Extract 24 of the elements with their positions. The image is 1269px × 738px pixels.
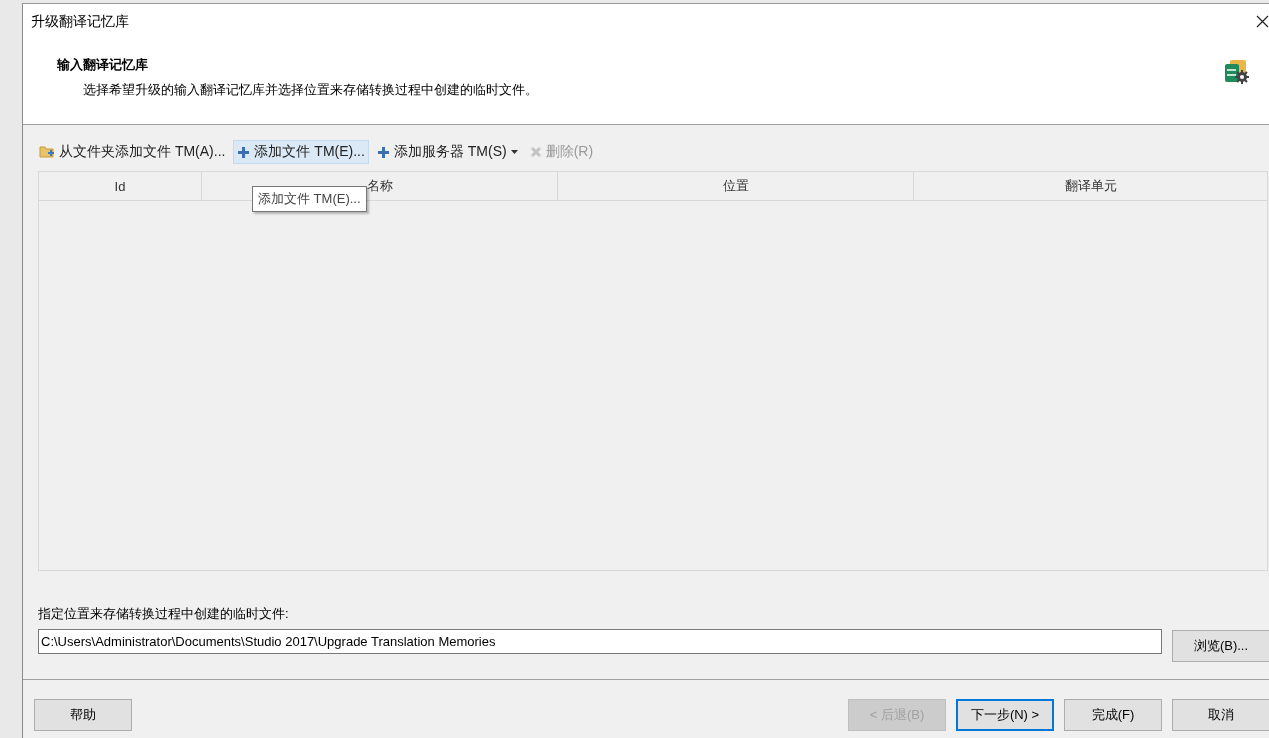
dialog-button[interactable]: 完成(F) bbox=[1064, 699, 1162, 731]
dialog-button[interactable]: 取消 bbox=[1172, 699, 1269, 731]
plus-icon bbox=[237, 145, 251, 159]
page-description: 选择希望升级的输入翻译记忆库并选择位置来存储转换过程中创建的临时文件。 bbox=[83, 81, 538, 99]
column-header[interactable]: Id bbox=[39, 172, 201, 200]
caret-icon bbox=[510, 150, 518, 154]
delete-icon bbox=[529, 146, 542, 158]
column-header[interactable]: 位置 bbox=[557, 172, 913, 200]
page-heading: 输入翻译记忆库 bbox=[57, 56, 148, 74]
toolbar-button[interactable]: 从文件夹添加文件 TM(A)... bbox=[35, 140, 230, 164]
dialog-button[interactable]: 帮助 bbox=[34, 699, 132, 731]
toolbar-button[interactable]: 添加服务器 TM(S) bbox=[372, 140, 522, 164]
browse-button[interactable]: 浏览(B)... bbox=[1172, 630, 1269, 662]
location-label: 指定位置来存储转换过程中创建的临时文件: bbox=[38, 605, 290, 623]
close-icon[interactable] bbox=[1256, 15, 1269, 28]
dialog-button[interactable]: 下一步(N) > bbox=[956, 699, 1054, 731]
tooltip: 添加文件 TM(E)... bbox=[252, 186, 367, 212]
folder-add-icon bbox=[39, 145, 55, 159]
plus-icon bbox=[376, 145, 390, 159]
column-header[interactable]: 翻译单元 bbox=[913, 172, 1267, 200]
database-gear-icon bbox=[1224, 59, 1250, 85]
window-title: 升级翻译记忆库 bbox=[31, 12, 129, 31]
toolbar-button[interactable]: 添加文件 TM(E)... bbox=[233, 140, 369, 164]
location-field[interactable]: C:\Users\Administrator\Documents\Studio 2017\Upgrade Translation Memories bbox=[38, 629, 1162, 654]
